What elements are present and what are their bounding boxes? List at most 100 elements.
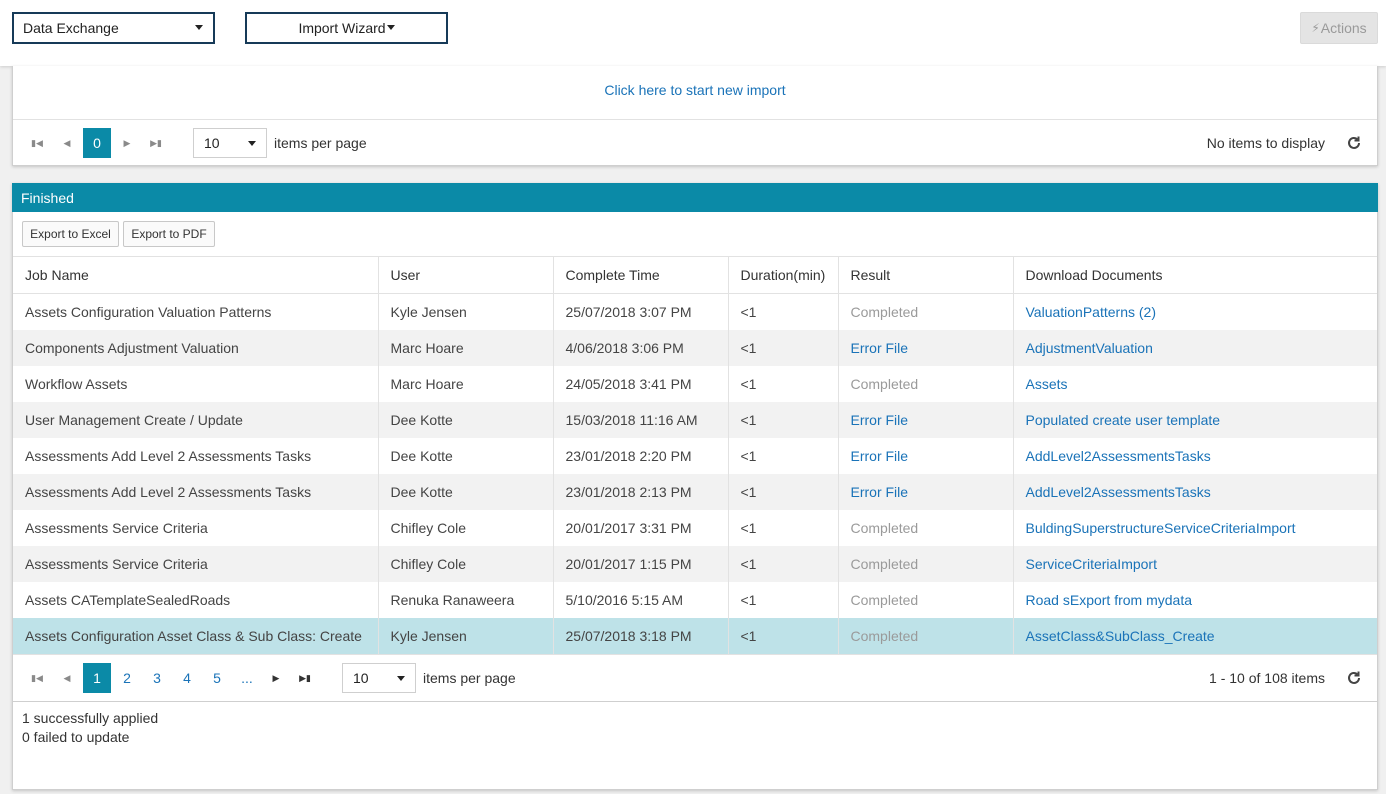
- pager-info: 1 - 10 of 108 items: [1209, 670, 1325, 686]
- cell-user: Marc Hoare: [377, 365, 553, 402]
- cell-duration: <1: [727, 293, 838, 330]
- cell-complete-time: 25/07/2018 3:18 PM: [552, 617, 728, 654]
- cell-download-document[interactable]: Road sExport from mydata: [1012, 581, 1377, 618]
- cell-complete-time: 5/10/2016 5:15 AM: [552, 581, 728, 618]
- page-number-2[interactable]: 2: [113, 663, 141, 693]
- cell-user: Kyle Jensen: [377, 617, 553, 654]
- finished-header: Finished: [12, 183, 1378, 212]
- table-row[interactable]: Assets Configuration Valuation Patterns K…: [13, 293, 1377, 330]
- refresh-icon[interactable]: [1345, 134, 1363, 152]
- items-per-page-label: items per page: [423, 670, 516, 686]
- items-per-page-select[interactable]: 10: [342, 663, 416, 693]
- pager-info: No items to display: [1206, 135, 1325, 151]
- table-row[interactable]: Assets Configuration Asset Class & Sub C…: [13, 617, 1377, 654]
- finished-pager: ▮◀ ◀ 1 2 3 4 5 ... ▶ ▶▮ 10 items per pag…: [13, 654, 1377, 700]
- cell-download-document[interactable]: ServiceCriteriaImport: [1012, 545, 1377, 582]
- table-row[interactable]: Components Adjustment Valuation Marc Hoar…: [13, 329, 1377, 366]
- status-failed: 0 failed to update: [22, 729, 130, 745]
- cell-user: Renuka Ranaweera: [377, 581, 553, 618]
- start-new-import-link[interactable]: Click here to start new import: [13, 82, 1377, 98]
- page-number-5[interactable]: 5: [203, 663, 231, 693]
- cell-download-document[interactable]: Populated create user template: [1012, 401, 1377, 438]
- table-row[interactable]: Assessments Add Level 2 Assessments Task…: [13, 437, 1377, 474]
- import-wizard-button[interactable]: Import Wizard: [245, 12, 448, 44]
- cell-duration: <1: [727, 545, 838, 582]
- cell-user: Dee Kotte: [377, 473, 553, 510]
- page-number-1[interactable]: 1: [83, 663, 111, 693]
- cell-complete-time: 20/01/2017 1:15 PM: [552, 545, 728, 582]
- next-page-icon[interactable]: ▶: [114, 120, 140, 166]
- cell-user: Chifley Cole: [377, 545, 553, 582]
- page-number-3[interactable]: 3: [143, 663, 171, 693]
- last-page-icon[interactable]: ▶▮: [143, 120, 169, 166]
- export-excel-button[interactable]: Export to Excel: [22, 221, 119, 247]
- cell-user: Dee Kotte: [377, 401, 553, 438]
- cell-result[interactable]: Error File: [837, 473, 1013, 510]
- refresh-icon[interactable]: [1345, 669, 1363, 687]
- cell-download-document[interactable]: Assets: [1012, 365, 1377, 402]
- column-header-download-documents[interactable]: Download Documents: [1012, 256, 1377, 294]
- cell-duration: <1: [727, 509, 838, 546]
- prev-page-icon[interactable]: ◀: [54, 655, 80, 701]
- table-row[interactable]: User Management Create / Update Dee Kotte…: [13, 401, 1377, 438]
- page-number-more[interactable]: ...: [233, 663, 261, 693]
- cell-duration: <1: [727, 437, 838, 474]
- cell-result: Completed: [837, 581, 1013, 618]
- table-row[interactable]: Assessments Service Criteria Chifley Cole…: [13, 545, 1377, 582]
- module-select[interactable]: Data Exchange: [12, 12, 215, 44]
- prev-page-icon[interactable]: ◀: [54, 120, 80, 166]
- import-status-area: 1 successfully applied 0 failed to updat…: [13, 701, 1377, 789]
- cell-result[interactable]: Error File: [837, 437, 1013, 474]
- items-per-page-label: items per page: [274, 135, 367, 151]
- cell-result[interactable]: Error File: [837, 329, 1013, 366]
- table-row[interactable]: Assessments Add Level 2 Assessments Task…: [13, 473, 1377, 510]
- cell-user: Dee Kotte: [377, 437, 553, 474]
- cell-duration: <1: [727, 617, 838, 654]
- cell-complete-time: 4/06/2018 3:06 PM: [552, 329, 728, 366]
- page-number-4[interactable]: 4: [173, 663, 201, 693]
- cell-user: Kyle Jensen: [377, 293, 553, 330]
- finished-grid: Job Name User Complete Time Duration(min…: [13, 256, 1377, 654]
- cell-complete-time: 24/05/2018 3:41 PM: [552, 365, 728, 402]
- cell-user: Marc Hoare: [377, 329, 553, 366]
- table-row[interactable]: Workflow Assets Marc Hoare 24/05/2018 3:41…: [13, 365, 1377, 402]
- column-header-duration[interactable]: Duration(min): [727, 256, 838, 294]
- items-per-page-select[interactable]: 10: [193, 128, 267, 158]
- actions-button[interactable]: ⚡ Actions: [1300, 12, 1378, 44]
- first-page-icon[interactable]: ▮◀: [24, 655, 50, 701]
- cell-download-document[interactable]: ValuationPatterns (2): [1012, 293, 1377, 330]
- cell-job-name: Assessments Service Criteria: [25, 519, 208, 536]
- cell-complete-time: 23/01/2018 2:20 PM: [552, 437, 728, 474]
- page-number-current[interactable]: 0: [83, 128, 111, 158]
- cell-job-name: Assessments Add Level 2 Assessments Task…: [13, 473, 378, 510]
- cell-download-document[interactable]: AddLevel2AssessmentsTasks: [1012, 437, 1377, 474]
- first-page-icon[interactable]: ▮◀: [24, 120, 50, 166]
- cell-download-document[interactable]: AdjustmentValuation: [1012, 329, 1377, 366]
- cell-download-document[interactable]: AssetClass&SubClass_Create: [1012, 617, 1377, 654]
- column-header-result[interactable]: Result: [837, 256, 1013, 294]
- column-header-complete-time[interactable]: Complete Time: [552, 256, 728, 294]
- chevron-down-icon: [195, 25, 203, 30]
- cell-download-document[interactable]: BuldingSuperstructureServiceCriteriaImpo…: [1012, 509, 1377, 546]
- cell-complete-time: 25/07/2018 3:07 PM: [552, 293, 728, 330]
- chevron-down-icon: [386, 24, 395, 30]
- cell-complete-time: 23/01/2018 2:13 PM: [552, 473, 728, 510]
- cell-download-document[interactable]: AddLevel2AssessmentsTasks: [1012, 473, 1377, 510]
- import-wizard-label: Import Wizard: [298, 20, 386, 36]
- export-pdf-button[interactable]: Export to PDF: [123, 221, 215, 247]
- status-applied: 1 successfully applied: [22, 710, 159, 726]
- cell-complete-time: 15/03/2018 11:16 AM: [552, 401, 728, 438]
- column-header-user[interactable]: User: [377, 256, 553, 294]
- last-page-icon[interactable]: ▶▮: [292, 655, 318, 701]
- cell-result: Completed: [837, 509, 1013, 546]
- cell-job-name: Assets Configuration Valuation Patterns: [25, 303, 272, 320]
- table-row[interactable]: Assets CATemplateSealedRoads Renuka Ranaw…: [13, 581, 1377, 618]
- table-row[interactable]: Assessments Service Criteria Chifley Cole…: [13, 509, 1377, 546]
- pending-imports-panel: Click here to start new import ▮◀ ◀ 0 ▶ …: [12, 66, 1378, 166]
- cell-result: Completed: [837, 365, 1013, 402]
- cell-complete-time: 20/01/2017 3:31 PM: [552, 509, 728, 546]
- column-header-job-name[interactable]: Job Name: [13, 256, 378, 294]
- cell-user: Chifley Cole: [377, 509, 553, 546]
- next-page-icon[interactable]: ▶: [263, 655, 289, 701]
- cell-result[interactable]: Error File: [837, 401, 1013, 438]
